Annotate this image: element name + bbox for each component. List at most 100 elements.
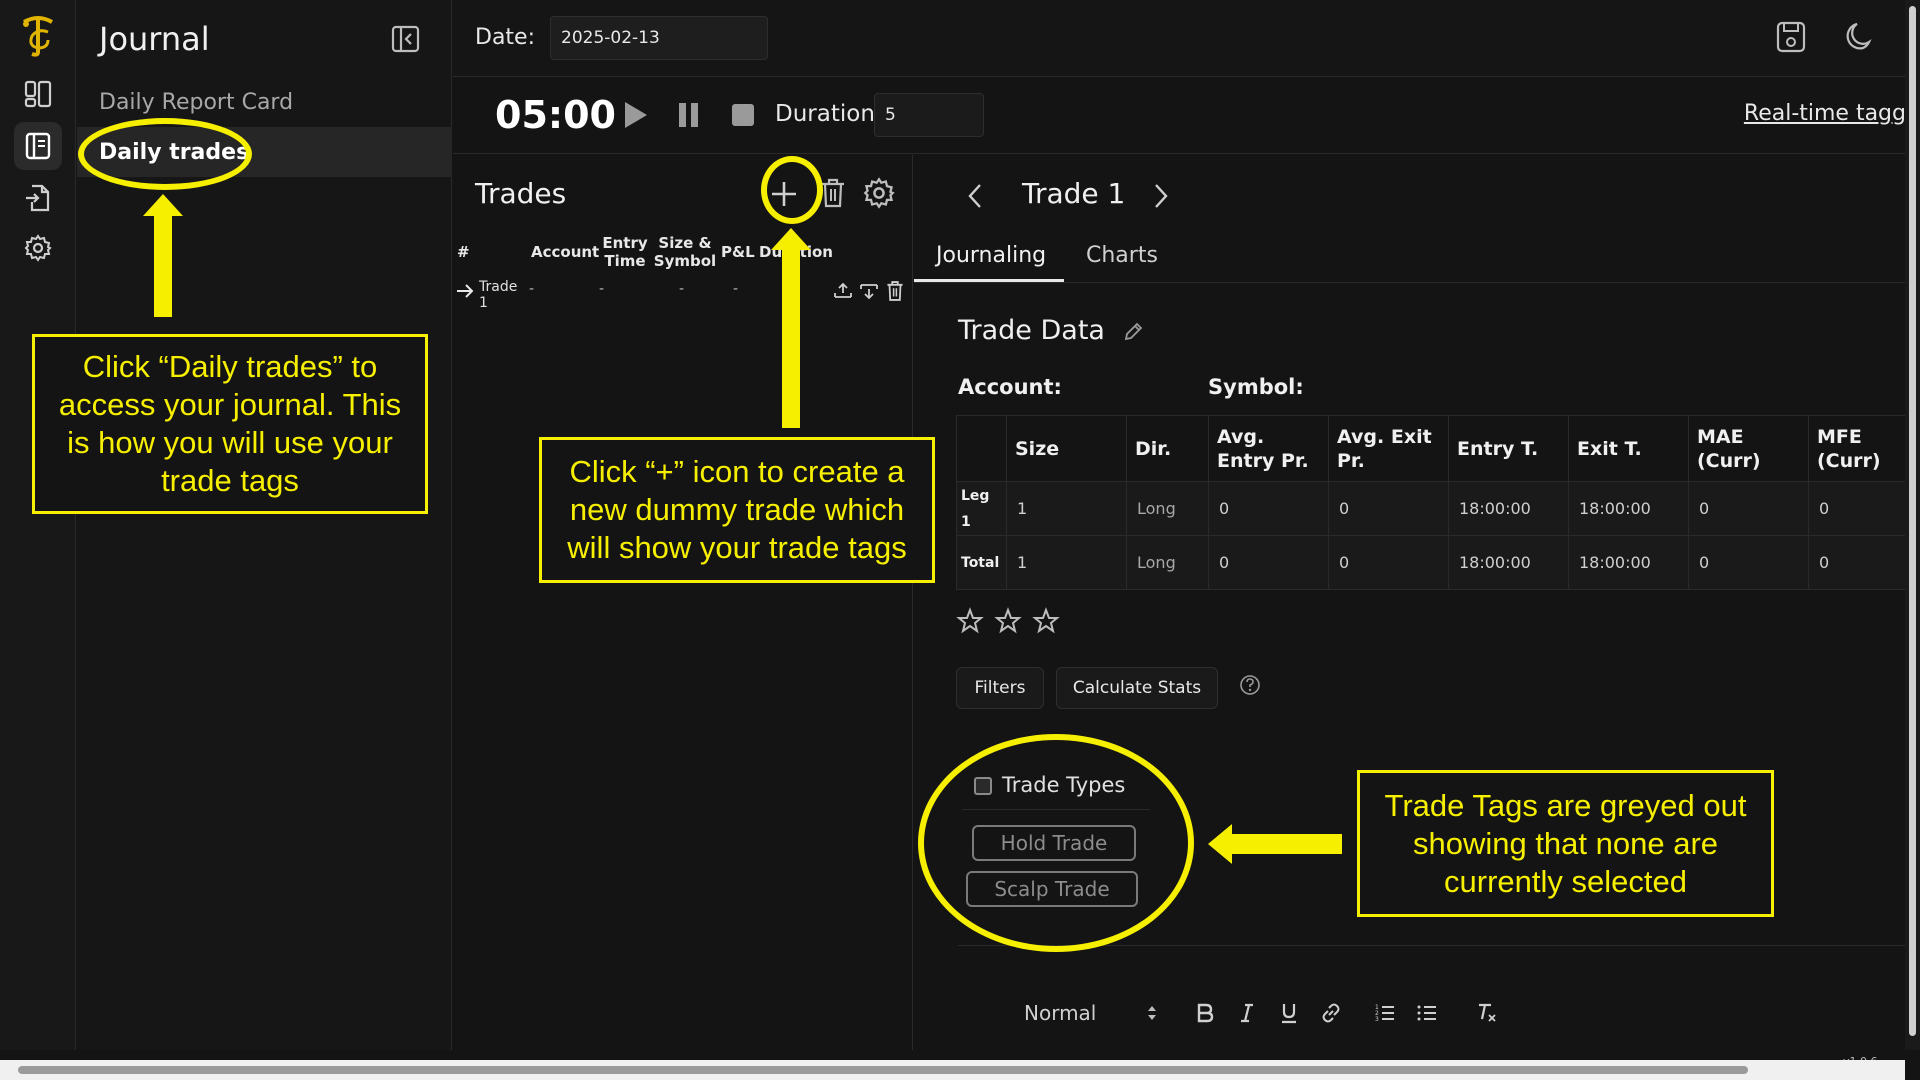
cell-size: 1 [1006,535,1127,590]
account-label: Account: [958,375,1062,399]
vertical-scroll-thumb[interactable] [1909,6,1916,1036]
trash-icon [822,178,844,208]
tab-journaling[interactable]: Journaling [936,243,1046,268]
sidebar-collapse-icon [391,25,420,53]
journal-nav[interactable] [14,122,62,170]
logo-icon [23,16,53,57]
row-label: Leg 1 [956,481,1007,536]
trade-account-cell: - [529,281,535,297]
sidebar-title: Journal [99,20,210,58]
column-header-entry-time: Entry Time [602,234,648,270]
app-logo [14,12,62,60]
table-row[interactable]: Trade 1 - - - - [453,271,913,311]
trash-icon[interactable] [885,280,905,302]
arrow-shaft-plus-icon [782,248,800,428]
table-row: Leg 1 1 Long 0 0 18:00:00 18:00:00 0 0 [956,481,1907,536]
insert-above-icon[interactable] [833,281,853,301]
star-icon[interactable] [994,607,1022,635]
trades-settings-button[interactable] [863,177,895,209]
journal-icon [25,132,51,160]
filters-button[interactable]: Filters [956,667,1044,709]
stop-button[interactable] [729,101,757,129]
play-button[interactable] [621,98,651,132]
cell-exit-time: 18:00:00 [1568,535,1689,590]
ordered-list-icon: 123 [1375,1004,1394,1023]
horizontal-scroll-thumb[interactable] [18,1066,1748,1074]
cell-entry-time: 18:00:00 [1448,535,1569,590]
underline-icon [1282,1004,1296,1024]
highlight-ring-plus-icon [761,156,823,224]
realtime-tagging-link[interactable]: Real-time tagg [1744,101,1906,126]
table-row: Total 1 Long 0 0 18:00:00 18:00:00 0 0 [956,535,1907,590]
highlight-ring-trade-tags [918,734,1194,952]
cell-direction: Long [1126,481,1209,536]
stop-icon [732,104,754,126]
link-icon [1322,1003,1340,1023]
row-label: Total [956,535,1007,590]
calculate-stats-button[interactable]: Calculate Stats [1056,667,1218,709]
next-trade-button[interactable] [1150,181,1172,211]
highlight-ring-daily-trades [78,118,252,190]
callout-daily-trades: Click “Daily trades” to access your jour… [32,334,428,514]
date-input[interactable]: 2025-02-13 [550,16,768,60]
help-icon[interactable] [1238,673,1262,697]
column-header-account: Account [531,243,600,261]
link-button[interactable] [1310,995,1352,1031]
ordered-list-button[interactable]: 123 [1364,995,1406,1031]
bold-button[interactable] [1184,995,1226,1031]
delete-trade-button[interactable] [819,177,849,211]
symbol-label: Symbol: [1208,375,1304,399]
column-header-size-symbol: Size & Symbol [653,234,717,270]
vertical-scrollbar[interactable] [1905,0,1920,1050]
italic-button[interactable] [1226,995,1268,1031]
trade-data-title: Trade Data [958,315,1105,346]
gear-icon [863,177,895,209]
tab-charts[interactable]: Charts [1086,243,1158,268]
previous-trade-button[interactable] [964,181,986,211]
top-bar: Date: 2025-02-13 [453,0,1920,77]
format-select-value: Normal [1024,1001,1097,1025]
moon-icon [1846,22,1872,50]
legs-header-row-label [956,415,1007,482]
format-select[interactable]: Normal [1024,1001,1164,1025]
arrow-head-daily-trades [143,194,183,216]
legs-header-mfe: MFE (Curr) [1808,415,1907,482]
horizontal-scrollbar[interactable] [0,1060,1905,1080]
settings-nav[interactable] [14,224,62,272]
dark-mode-toggle[interactable] [1841,20,1875,56]
collapse-sidebar-button[interactable] [391,24,421,54]
import-nav[interactable] [14,174,62,222]
pencil-icon[interactable] [1122,321,1144,343]
cell-avg-entry: 0 [1208,481,1329,536]
cell-direction: Long [1126,535,1209,590]
pause-button[interactable] [675,100,703,130]
arrow-right-icon [457,284,474,298]
cell-mfe: 0 [1808,535,1907,590]
star-rating [956,607,1060,635]
save-button[interactable] [1775,20,1809,56]
sort-icon [1148,1006,1156,1020]
callout-trade-tags: Trade Tags are greyed out showing that n… [1357,770,1774,917]
duration-label: Duration: [775,101,883,127]
star-icon[interactable] [1032,607,1060,635]
trade-legs-table: Size Dir. Avg. Entry Pr. Avg. Exit Pr. E… [956,415,1907,590]
legs-header-size: Size [1006,415,1127,482]
star-icon[interactable] [956,607,984,635]
clear-format-button[interactable] [1466,995,1508,1031]
file-import-icon [26,184,50,212]
dashboard-nav[interactable] [14,70,62,118]
insert-below-icon[interactable] [859,281,879,301]
underline-button[interactable] [1268,995,1310,1031]
cell-mfe: 0 [1808,481,1907,536]
cell-size: 1 [1006,481,1127,536]
dashboard-icon [24,80,52,108]
duration-input[interactable]: 5 [874,93,984,137]
bullet-list-button[interactable] [1406,995,1448,1031]
timer-bar: 05:00 Duration: 5 Real-time tagg [453,77,1920,154]
timer-display: 05:00 [495,93,616,137]
trade-title: Trade 1 [1022,177,1126,210]
cell-mae: 0 [1688,481,1809,536]
trade-pnl-cell: - [733,281,739,297]
trades-panel: Trades # Account Entry Time Size & Symbo… [453,155,913,1050]
date-label: Date: [475,25,535,50]
